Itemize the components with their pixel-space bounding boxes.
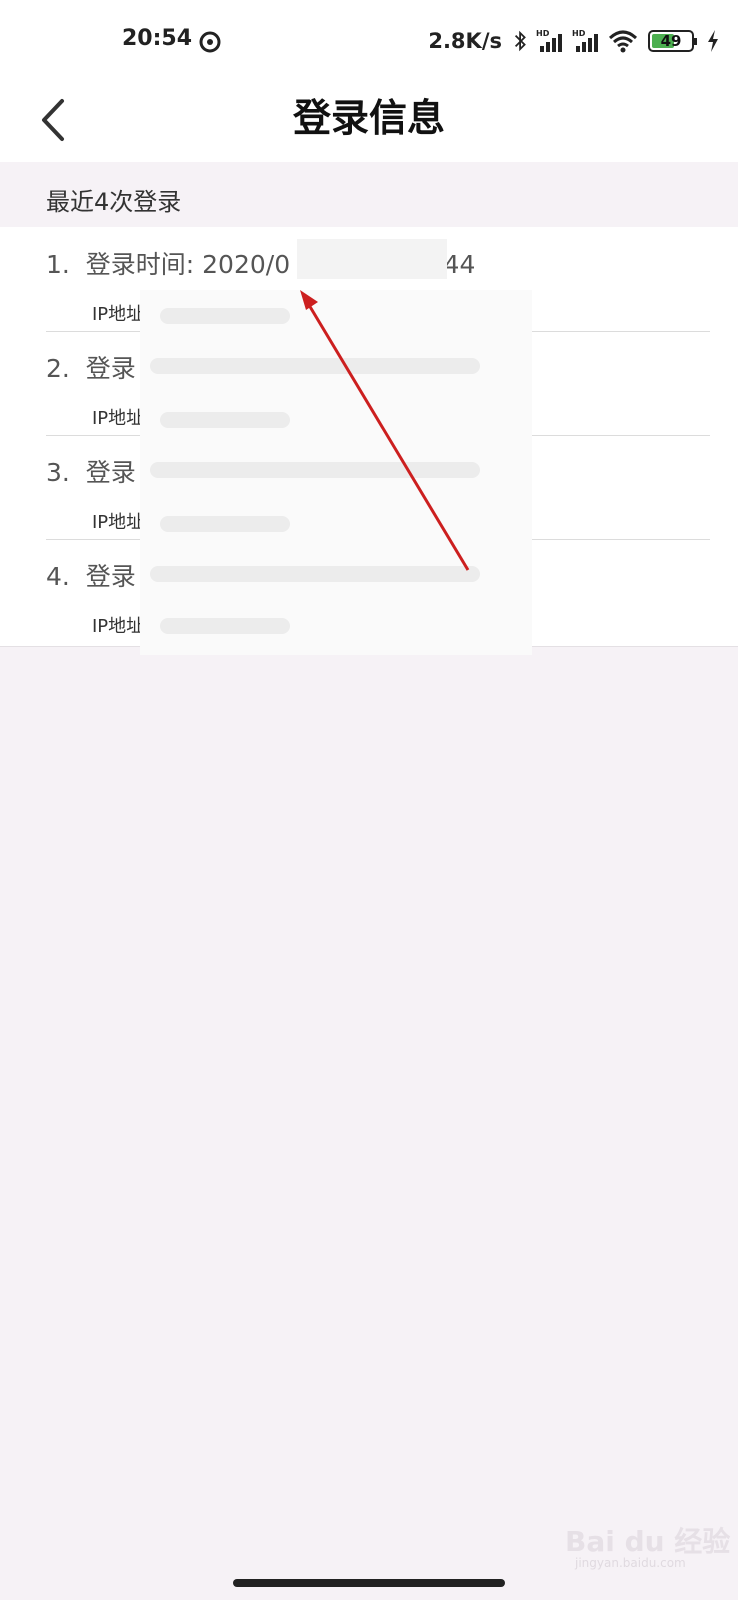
home-indicator[interactable] (233, 1579, 505, 1587)
status-bar: 20:54 2.8K/s HD HD 49 (0, 0, 738, 82)
login-ip: IP地址 (92, 408, 145, 429)
redaction-blur (297, 239, 447, 279)
login-time-label: 登录 (85, 562, 136, 591)
network-speed: 2.8K/s (428, 29, 502, 53)
svg-text:HD: HD (572, 29, 586, 38)
status-time: 20:54 (122, 26, 193, 51)
section-title: 最近4次登录 (46, 188, 182, 216)
bluetooth-icon (514, 30, 526, 52)
page-title: 登录信息 (292, 96, 445, 140)
login-time-label: 登录 (85, 354, 136, 383)
watermark: Bai du 经验 (565, 1525, 731, 1558)
battery-level: 49 (660, 32, 682, 50)
login-index: 3. (46, 458, 70, 487)
section-header: 最近4次登录 (0, 162, 738, 227)
login-time-label: 登录时间: (85, 250, 195, 279)
login-time: 3. 登录 (46, 453, 136, 489)
login-index: 1. (46, 250, 70, 279)
svg-text:HD: HD (536, 29, 550, 38)
app-header: 登录信息 (0, 82, 738, 162)
login-time-label: 登录 (85, 458, 136, 487)
login-index: 4. (46, 562, 70, 591)
watermark-url: jingyan.baidu.com (575, 1556, 686, 1570)
login-time-start: 2020/0 (202, 250, 291, 279)
login-ip: IP地址 (92, 616, 145, 637)
redaction-blur (140, 290, 532, 655)
battery-icon: 49 (648, 30, 697, 52)
wifi-icon (608, 30, 638, 53)
login-index: 2. (46, 354, 70, 383)
login-ip: IP地址 (92, 512, 145, 533)
login-time: 4. 登录 (46, 557, 136, 593)
login-ip: IP地址 (92, 304, 145, 325)
login-time: 2. 登录 (46, 349, 136, 385)
signal-hd-icon: HD (536, 29, 562, 52)
charging-icon (708, 30, 718, 52)
signal-hd-icon: HD (572, 29, 598, 52)
dnd-icon (199, 31, 221, 53)
